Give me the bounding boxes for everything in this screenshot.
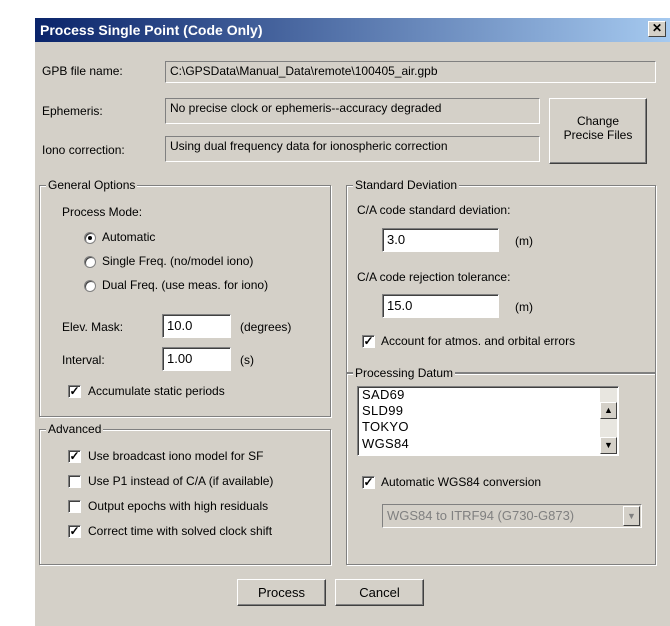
ca-rejection-unit: (m) <box>515 300 533 314</box>
dialog-window: Process Single Point (Code Only) ✕ GPB f… <box>35 18 670 626</box>
output-epochs-checkbox[interactable] <box>68 500 81 513</box>
radio-dot <box>88 236 92 240</box>
interval-unit: (s) <box>240 353 254 367</box>
datum-list-item[interactable]: TOKYO <box>362 419 409 434</box>
process-mode-label: Process Mode: <box>62 205 143 219</box>
datum-list-item[interactable]: SLD99 <box>362 403 403 418</box>
accumulate-static-label: Accumulate static periods <box>88 384 225 398</box>
elev-mask-input[interactable]: 10.0 <box>162 314 231 338</box>
radio-single-freq-label: Single Freq. (no/model iono) <box>102 254 254 268</box>
radio-automatic-label: Automatic <box>102 230 156 244</box>
account-atmos-label: Account for atmos. and orbital errors <box>381 334 576 348</box>
datum-listbox[interactable]: SAD69 SLD99 TOKYO WGS84 ▲ ▼ <box>357 386 619 456</box>
iono-correction-field: Using dual frequency data for ionospheri… <box>165 136 540 162</box>
auto-wgs84-checkbox[interactable]: ✓ <box>362 476 375 489</box>
output-epochs-label: Output epochs with high residuals <box>88 499 269 513</box>
processing-datum-group: Processing Datum SAD69 SLD99 TOKYO WGS84… <box>346 366 656 565</box>
ephemeris-field: No precise clock or ephemeris--accuracy … <box>165 98 540 124</box>
title-bar[interactable]: Process Single Point (Code Only) ✕ <box>35 18 670 42</box>
standard-deviation-legend: Standard Deviation <box>353 178 460 192</box>
scroll-down-arrow-icon[interactable]: ▼ <box>600 437 617 454</box>
radio-dual-freq-label: Dual Freq. (use meas. for iono) <box>102 278 269 292</box>
ca-rejection-input[interactable]: 15.0 <box>382 294 499 318</box>
account-atmos-checkbox[interactable]: ✓ <box>362 335 375 348</box>
radio-automatic[interactable] <box>84 232 96 244</box>
correct-time-label: Correct time with solved clock shift <box>88 524 273 538</box>
dropdown-arrow-icon[interactable]: ▼ <box>623 506 640 526</box>
general-options-group: General Options Process Mode: Automatic … <box>39 178 331 417</box>
datum-list-item[interactable]: SAD69 <box>362 387 405 402</box>
general-options-legend: General Options <box>46 178 138 192</box>
radio-single-freq[interactable] <box>84 256 96 268</box>
ephemeris-label: Ephemeris: <box>42 104 103 118</box>
advanced-legend: Advanced <box>46 422 104 436</box>
interval-label: Interval: <box>62 353 105 367</box>
interval-input[interactable]: 1.00 <box>162 347 231 371</box>
ca-rejection-label: C/A code rejection tolerance: <box>357 270 511 284</box>
close-button[interactable]: ✕ <box>648 21 666 37</box>
ca-std-unit: (m) <box>515 234 533 248</box>
change-precise-files-button[interactable]: Change Precise Files <box>549 98 647 164</box>
processing-datum-legend: Processing Datum <box>353 366 456 380</box>
auto-wgs84-label: Automatic WGS84 conversion <box>381 475 542 489</box>
broadcast-iono-checkbox[interactable]: ✓ <box>68 450 81 463</box>
datum-list-item[interactable]: WGS84 <box>362 436 409 451</box>
change-precise-line1: Change <box>576 114 620 128</box>
use-p1-label: Use P1 instead of C/A (if available) <box>88 474 274 488</box>
use-p1-checkbox[interactable] <box>68 475 81 488</box>
radio-dual-freq[interactable] <box>84 280 96 292</box>
wgs84-conversion-select[interactable]: WGS84 to ITRF94 (G730-G873) ▼ <box>382 504 642 528</box>
gpb-file-field: C:\GPSData\Manual_Data\remote\100405_air… <box>165 61 656 83</box>
window-title: Process Single Point (Code Only) <box>40 22 263 38</box>
scroll-up-arrow-icon[interactable]: ▲ <box>600 402 617 419</box>
gpb-file-label: GPB file name: <box>42 64 123 78</box>
cancel-button[interactable]: Cancel <box>335 579 424 606</box>
ca-std-input[interactable]: 3.0 <box>382 228 499 252</box>
elev-mask-label: Elev. Mask: <box>62 320 124 334</box>
iono-correction-label: Iono correction: <box>42 143 125 157</box>
broadcast-iono-label: Use broadcast iono model for SF <box>88 449 264 463</box>
change-precise-line2: Precise Files <box>563 128 633 142</box>
correct-time-checkbox[interactable]: ✓ <box>68 525 81 538</box>
process-button[interactable]: Process <box>237 579 326 606</box>
accumulate-static-checkbox[interactable]: ✓ <box>68 385 81 398</box>
standard-deviation-group: Standard Deviation C/A code standard dev… <box>346 178 656 373</box>
datum-scrollbar[interactable]: ▲ ▼ <box>600 388 617 454</box>
ca-std-label: C/A code standard deviation: <box>357 203 511 217</box>
advanced-group: Advanced ✓ Use broadcast iono model for … <box>39 422 331 565</box>
elev-mask-unit: (degrees) <box>240 320 292 334</box>
wgs84-conversion-value: WGS84 to ITRF94 (G730-G873) <box>387 508 575 523</box>
